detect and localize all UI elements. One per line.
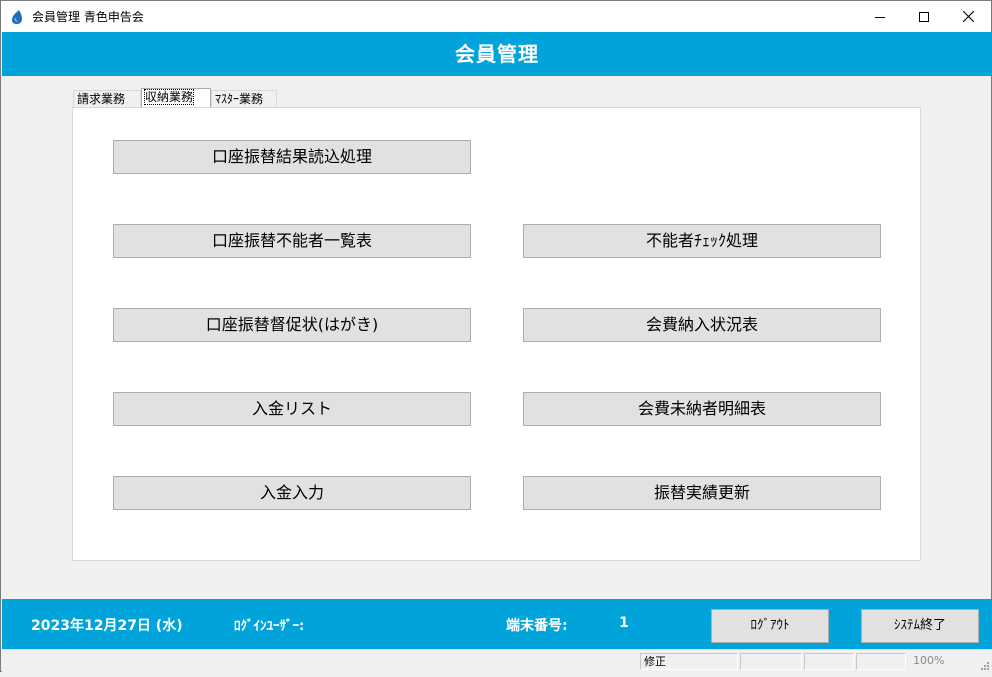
app-window: 会員管理 青色申告会 会員管理 請求業務 ﾏｽﾀｰ業務 収納業務 口座振替結果読… xyxy=(0,0,992,672)
tab-label: ﾏｽﾀｰ業務 xyxy=(215,92,264,106)
terminal-number-label: 端末番号: xyxy=(506,618,568,634)
unpaid-members-detail-button[interactable]: 会費未納者明細表 xyxy=(523,392,881,426)
transfer-results-update-button[interactable]: 振替実績更新 xyxy=(523,476,881,510)
fee-payment-status-button[interactable]: 会費納入状況表 xyxy=(523,308,881,342)
app-footer: 2023年12月27日 (水) ﾛｸﾞｲﾝﾕｰｻﾞｰ: 端末番号: 1 ﾛｸﾞｱ… xyxy=(2,599,992,649)
tab-billing[interactable]: 請求業務 xyxy=(73,90,141,108)
page-title: 会員管理 xyxy=(455,42,539,66)
tab-label: 請求業務 xyxy=(77,92,126,106)
status-cell xyxy=(740,653,802,670)
current-date: 2023年12月27日 (水) xyxy=(31,618,183,634)
minimize-button[interactable] xyxy=(857,1,903,32)
status-cell xyxy=(804,653,854,670)
title-bar: 会員管理 青色申告会 xyxy=(1,1,991,32)
close-icon xyxy=(962,11,974,22)
maximize-icon xyxy=(919,11,929,22)
status-bar: 修正 100% xyxy=(2,649,992,672)
transfer-failure-list-button[interactable]: 口座振替不能者一覧表 xyxy=(113,224,471,258)
transfer-reminder-postcard-button[interactable]: 口座振替督促状(はがき) xyxy=(113,308,471,342)
tab-label: 収納業務 xyxy=(143,89,195,105)
status-mode: 修正 xyxy=(640,653,738,670)
minimize-icon xyxy=(875,16,885,18)
app-header: 会員管理 xyxy=(2,32,992,76)
logout-button[interactable]: ﾛｸﾞｱｳﾄ xyxy=(711,609,829,643)
droplet-icon xyxy=(10,9,24,25)
terminal-number-value: 1 xyxy=(619,615,629,631)
window-title: 会員管理 青色申告会 xyxy=(32,10,144,24)
account-transfer-import-button[interactable]: 口座振替結果読込処理 xyxy=(113,140,471,174)
login-user-label: ﾛｸﾞｲﾝﾕｰｻﾞｰ: xyxy=(234,619,305,634)
system-exit-button[interactable]: ｼｽﾃﾑ終了 xyxy=(861,609,979,643)
status-cell xyxy=(856,653,906,670)
payment-entry-button[interactable]: 入金入力 xyxy=(113,476,471,510)
failure-check-button[interactable]: 不能者ﾁｪｯｸ処理 xyxy=(523,224,881,258)
close-button[interactable] xyxy=(945,1,991,32)
resize-grip-icon[interactable] xyxy=(978,658,990,670)
payment-list-button[interactable]: 入金リスト xyxy=(113,392,471,426)
status-zoom: 100% xyxy=(913,654,945,667)
tab-collection[interactable]: 収納業務 xyxy=(141,88,211,108)
maximize-button[interactable] xyxy=(901,1,947,32)
tab-master[interactable]: ﾏｽﾀｰ業務 xyxy=(211,90,277,108)
